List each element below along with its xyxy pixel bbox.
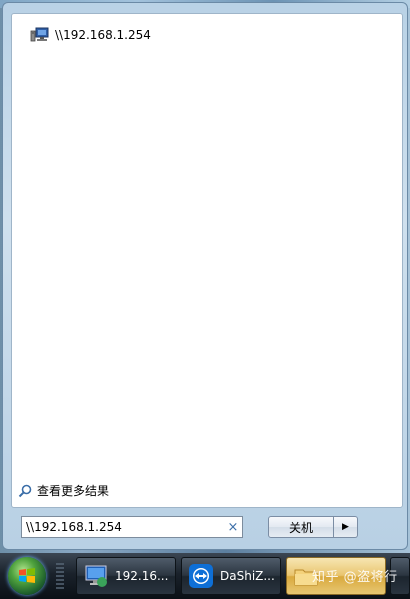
quick-launch-grip[interactable] xyxy=(56,563,64,591)
clear-search-icon[interactable]: × xyxy=(224,520,242,535)
result-item-network-path[interactable]: \\192.168.1.254 xyxy=(30,25,151,45)
start-menu: \\192.168.1.254 查看更多结果 × 关机 ▶ xyxy=(2,2,408,550)
magnifier-icon xyxy=(18,484,32,497)
see-more-label: 查看更多结果 xyxy=(37,484,110,498)
taskbar-button-label: 192.16... xyxy=(115,569,169,583)
teamviewer-icon xyxy=(189,564,213,588)
see-more-results-link[interactable]: 查看更多结果 xyxy=(18,482,109,499)
windows-logo-icon xyxy=(19,568,35,583)
network-computer-icon xyxy=(30,27,49,42)
search-input[interactable] xyxy=(26,518,224,536)
taskbar-button-remote-desktop[interactable]: 192.16... xyxy=(76,557,176,595)
watermark-text: 知乎 @盗将行 xyxy=(312,570,398,585)
shutdown-group: 关机 ▶ xyxy=(268,516,358,538)
shutdown-button[interactable]: 关机 xyxy=(268,516,334,538)
search-box: × xyxy=(21,516,243,538)
shutdown-options-arrow-icon[interactable]: ▶ xyxy=(334,516,358,538)
taskbar-button-teamviewer[interactable]: DaShiZ... xyxy=(181,557,281,595)
search-results-panel: \\192.168.1.254 查看更多结果 xyxy=(11,13,403,508)
taskbar-button-label: DaShiZ... xyxy=(220,569,275,583)
remote-desktop-icon xyxy=(85,565,107,587)
result-item-label: \\192.168.1.254 xyxy=(55,28,151,42)
